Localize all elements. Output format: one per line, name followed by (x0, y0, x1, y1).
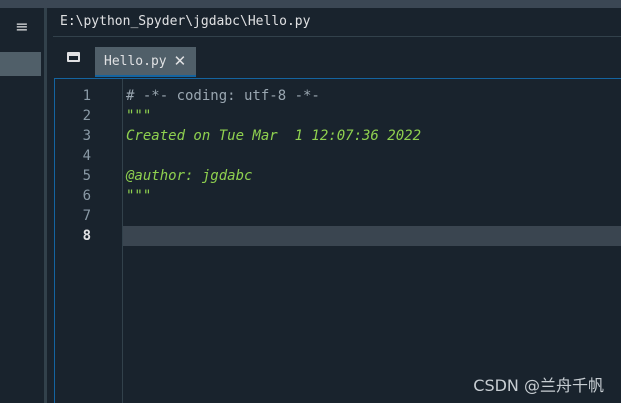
code-line: # -*- coding: utf-8 -*- (126, 88, 320, 104)
code-text[interactable]: # -*- coding: utf-8 -*- """ Created on T… (126, 86, 421, 246)
file-path-label: E:\python_Spyder\jgdabc\Hello.py (60, 14, 311, 29)
left-panel-selected-item[interactable] (0, 52, 41, 76)
code-line: """ (126, 188, 152, 204)
line-number: 1 (82, 88, 91, 104)
spyder-editor-window: ≡ E:\python_Spyder\jgdabc\Hello.py Hello… (0, 0, 621, 403)
line-number-current: 8 (82, 228, 91, 244)
line-number: 7 (82, 208, 91, 224)
line-numbers: 1 2 3 4 5 6 7 8 (55, 86, 91, 246)
window-icon (66, 52, 80, 62)
line-number: 2 (82, 108, 91, 124)
close-icon[interactable]: ✕ (174, 53, 187, 69)
watermark: CSDN @兰舟千帆 (473, 376, 604, 395)
panel-splitter[interactable] (46, 8, 53, 403)
line-number: 4 (82, 148, 91, 164)
code-line-current (126, 226, 421, 246)
code-line: """ (126, 108, 152, 124)
code-line: @author: jgdabc (126, 168, 253, 184)
tab-hello-py[interactable]: Hello.py ✕ (95, 47, 196, 77)
tab-label: Hello.py (104, 53, 167, 69)
divider (53, 36, 621, 37)
browse-tabs-button[interactable] (60, 44, 86, 70)
line-number: 6 (82, 188, 91, 204)
line-number: 5 (82, 168, 91, 184)
hamburger-menu-icon[interactable]: ≡ (0, 8, 44, 44)
top-strip (0, 0, 621, 8)
code-line: Created on Tue Mar 1 12:07:36 2022 (126, 128, 422, 144)
line-number: 3 (82, 128, 91, 144)
